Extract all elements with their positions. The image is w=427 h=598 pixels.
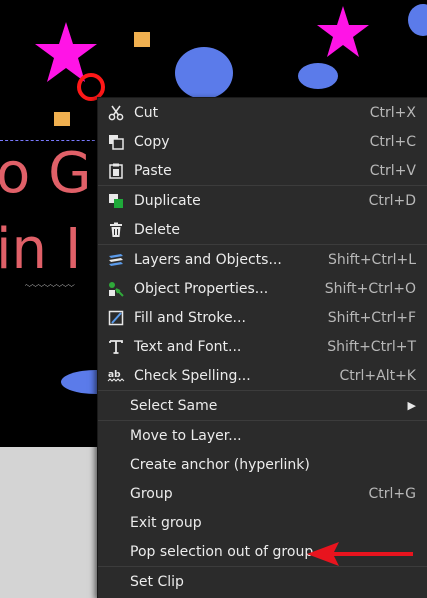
menu-item-duplicate[interactable]: Duplicate Ctrl+D <box>98 186 427 215</box>
magenta-star-shape[interactable] <box>316 6 370 58</box>
menu-item-paste[interactable]: Paste Ctrl+V <box>98 156 427 185</box>
menu-item-shortcut: Ctrl+C <box>370 134 427 150</box>
copy-icon <box>98 127 134 156</box>
menu-item-shortcut: Ctrl+Alt+K <box>339 368 427 384</box>
menu-item-label: Move to Layer... <box>98 428 427 444</box>
duplicate-icon <box>98 186 134 215</box>
menu-item-delete[interactable]: Delete <box>98 215 427 244</box>
spellcheck-icon: ab <box>98 361 134 390</box>
canvas-text-line-2[interactable]: in I <box>0 222 81 278</box>
menu-item-create-anchor[interactable]: Create anchor (hyperlink) <box>98 450 427 479</box>
menu-item-label: Set Clip <box>98 574 427 590</box>
spelling-underline <box>0 284 100 287</box>
menu-item-exit-group[interactable]: Exit group <box>98 508 427 537</box>
submenu-arrow-icon: ▶ <box>408 399 427 412</box>
blue-ellipse-shape[interactable] <box>408 4 427 36</box>
menu-item-label: Exit group <box>98 515 427 531</box>
menu-item-label: Paste <box>134 163 370 179</box>
canvas-text-line-1[interactable]: o G <box>0 146 91 202</box>
menu-item-label: Group <box>98 486 369 502</box>
menu-item-shortcut: Ctrl+D <box>369 193 427 209</box>
orange-square-shape[interactable] <box>54 112 70 126</box>
menu-item-label: Layers and Objects... <box>134 252 328 268</box>
text-icon <box>98 332 134 361</box>
menu-item-shortcut: Ctrl+V <box>370 163 427 179</box>
menu-item-label: Select Same <box>98 398 408 414</box>
paste-icon <box>98 156 134 185</box>
menu-item-label: Delete <box>134 222 416 238</box>
red-arrow-annotation-icon <box>305 538 417 570</box>
menu-item-label: Fill and Stroke... <box>134 310 328 326</box>
menu-item-shortcut: Ctrl+G <box>369 486 427 502</box>
orange-square-shape[interactable] <box>134 32 150 47</box>
scissors-icon <box>98 98 134 127</box>
menu-item-shortcut: Shift+Ctrl+T <box>327 339 427 355</box>
menu-item-shortcut: Shift+Ctrl+F <box>328 310 427 326</box>
menu-item-set-clip[interactable]: Set Clip <box>98 567 427 596</box>
menu-item-label: Check Spelling... <box>134 368 339 384</box>
layers-icon <box>98 245 134 274</box>
menu-item-fill-and-stroke[interactable]: Fill and Stroke... Shift+Ctrl+F <box>98 303 427 332</box>
fill-stroke-icon <box>98 303 134 332</box>
menu-item-object-properties[interactable]: Object Properties... Shift+Ctrl+O <box>98 274 427 303</box>
object-properties-icon <box>98 274 134 303</box>
menu-item-shortcut: Shift+Ctrl+L <box>328 252 427 268</box>
trash-icon <box>98 215 134 244</box>
menu-item-label: Duplicate <box>134 193 369 209</box>
menu-item-label: Create anchor (hyperlink) <box>98 457 427 473</box>
menu-item-check-spelling[interactable]: ab Check Spelling... Ctrl+Alt+K <box>98 361 427 390</box>
menu-item-layers-and-objects[interactable]: Layers and Objects... Shift+Ctrl+L <box>98 245 427 274</box>
menu-item-shortcut: Shift+Ctrl+O <box>325 281 427 297</box>
menu-item-label: Object Properties... <box>134 281 325 297</box>
menu-item-cut[interactable]: Cut Ctrl+X <box>98 98 427 127</box>
menu-item-text-and-font[interactable]: Text and Font... Shift+Ctrl+T <box>98 332 427 361</box>
menu-item-move-to-layer[interactable]: Move to Layer... <box>98 421 427 450</box>
menu-item-shortcut: Ctrl+X <box>370 105 427 121</box>
blue-ellipse-shape[interactable] <box>298 63 338 89</box>
blue-ellipse-shape[interactable] <box>175 47 233 99</box>
menu-item-label: Text and Font... <box>134 339 327 355</box>
menu-item-select-same[interactable]: Select Same ▶ <box>98 391 427 420</box>
menu-item-label: Cut <box>134 105 370 121</box>
menu-item-label: Copy <box>134 134 370 150</box>
context-menu: Cut Ctrl+X Copy Ctrl+C Paste Ctrl+V <box>97 97 427 598</box>
menu-item-copy[interactable]: Copy Ctrl+C <box>98 127 427 156</box>
menu-item-group[interactable]: Group Ctrl+G <box>98 479 427 508</box>
